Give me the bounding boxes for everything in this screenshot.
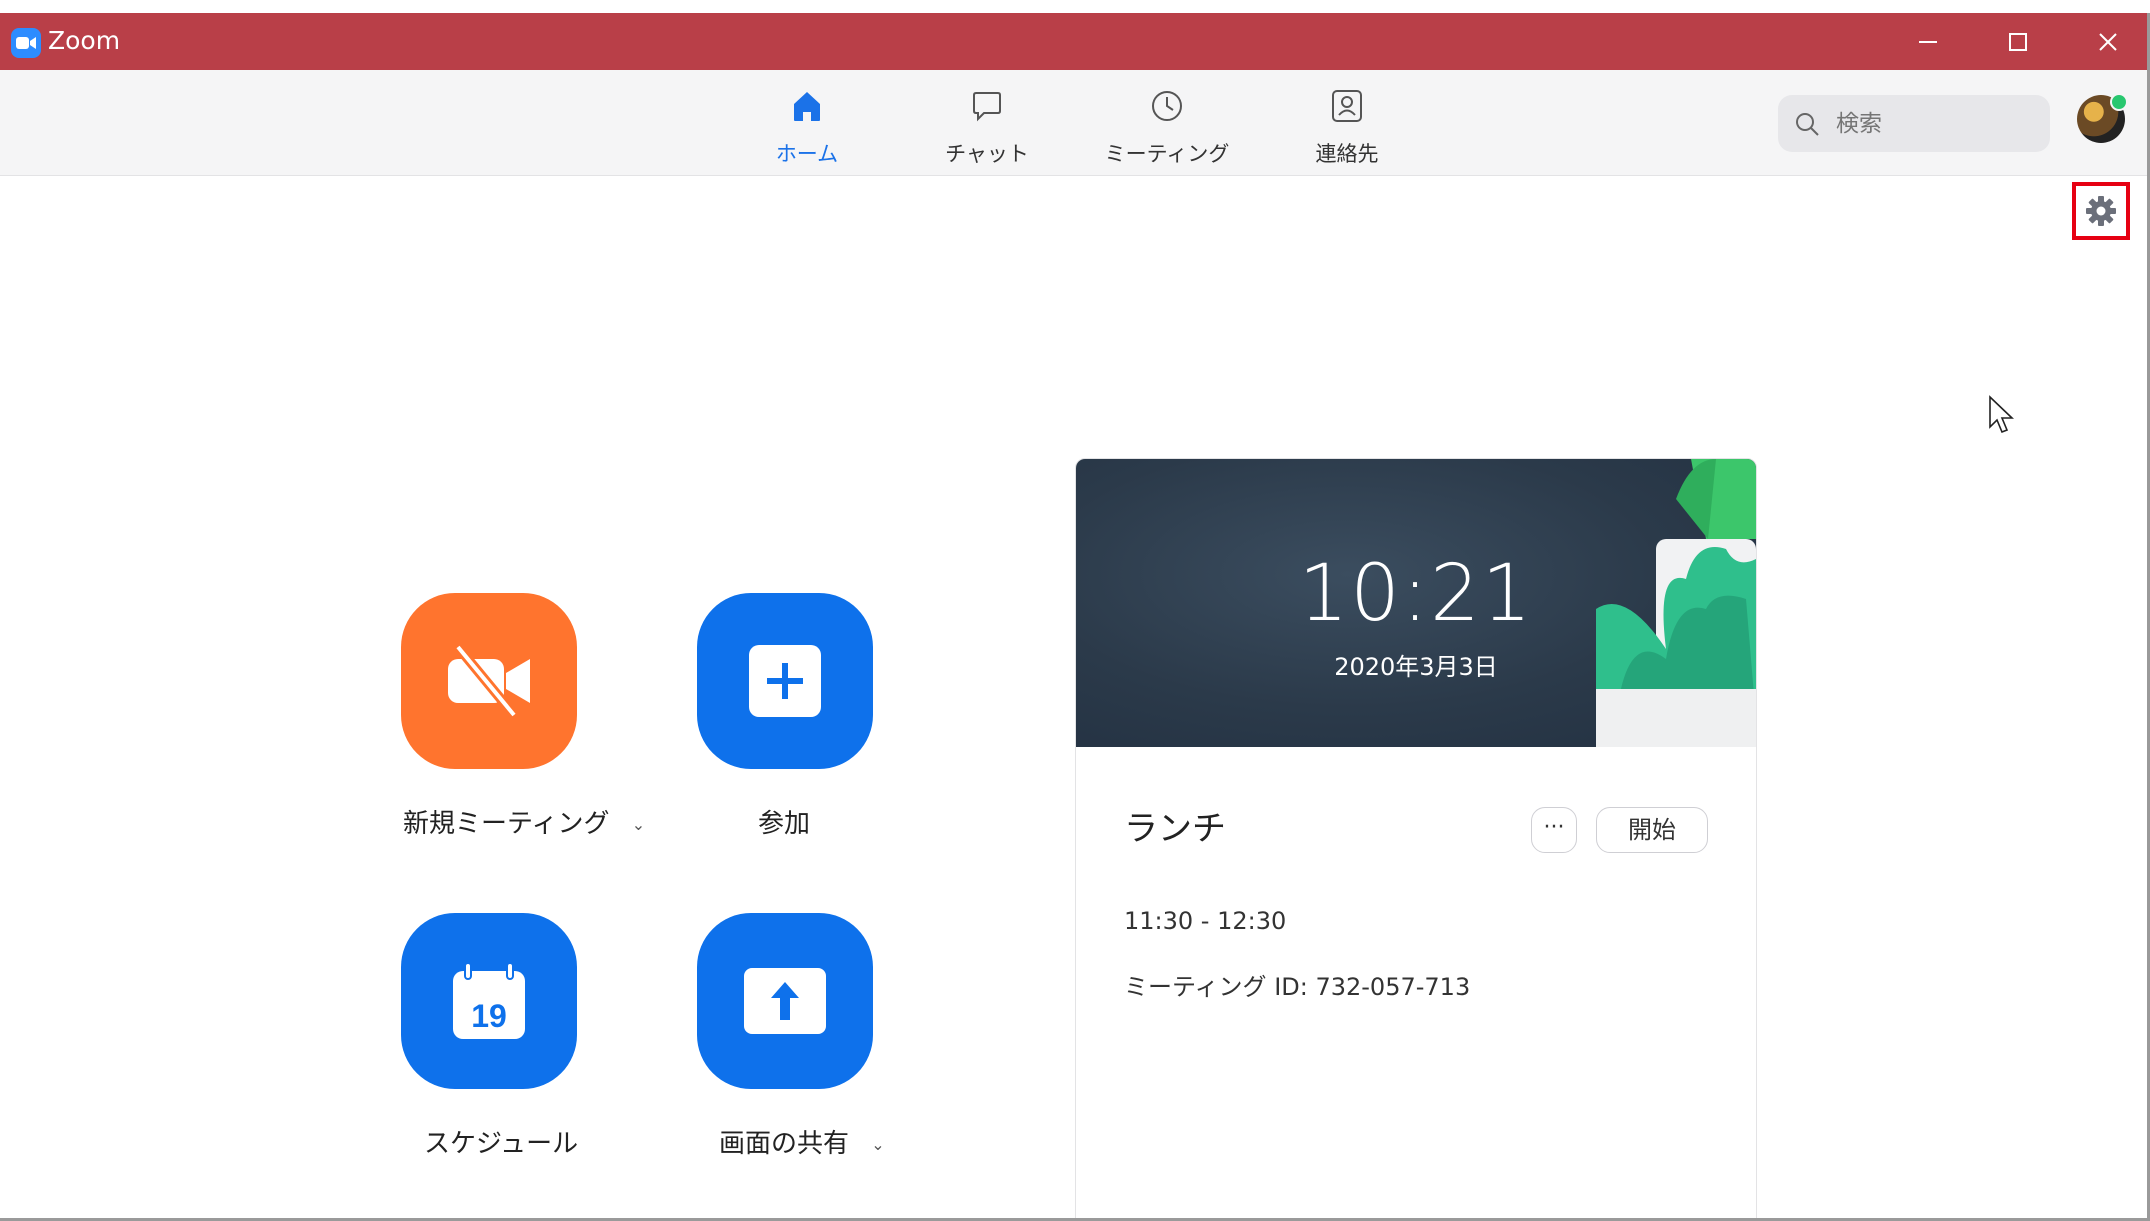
avatar[interactable] — [2077, 93, 2128, 143]
event-time-range: 11:30 - 12:30 — [1124, 907, 1287, 935]
share-screen-text: 画面の共有 — [719, 1129, 850, 1159]
tab-contacts[interactable]: 連絡先 — [1262, 70, 1432, 175]
title-bar: Zoom — [0, 13, 2147, 70]
more-options-button[interactable]: ··· — [1531, 807, 1577, 853]
gear-icon — [2086, 196, 2116, 226]
schedule-label[interactable]: スケジュール — [424, 1123, 578, 1160]
search-box[interactable] — [1778, 95, 2050, 152]
clock-hero: 10:21 2020年3月3日 — [1076, 459, 1756, 747]
share-screen-button[interactable] — [697, 913, 873, 1089]
current-date: 2020年3月3日 — [1334, 653, 1498, 681]
tab-contacts-label: 連絡先 — [1315, 142, 1379, 166]
clock-icon — [1152, 91, 1182, 121]
video-off-icon — [448, 643, 530, 719]
presence-indicator — [2110, 93, 2128, 111]
upload-arrow-icon — [744, 968, 826, 1034]
minimize-button[interactable] — [1883, 13, 1973, 70]
zoom-window: Zoom ホーム チャット ミーティング 連絡先 検索 新規ミーティング ⌄ 参… — [0, 13, 2150, 1221]
tab-chat[interactable]: チャット — [902, 70, 1072, 175]
settings-button[interactable] — [2072, 182, 2130, 240]
chevron-down-icon[interactable]: ⌄ — [632, 815, 645, 834]
calendar-icon: 19 — [453, 962, 525, 1039]
tab-chat-label: チャット — [945, 142, 1029, 166]
close-button[interactable] — [2063, 13, 2147, 70]
top-nav: ホーム チャット ミーティング 連絡先 — [0, 70, 2147, 176]
tab-meetings[interactable]: ミーティング — [1082, 70, 1252, 175]
app-title: Zoom — [48, 26, 121, 55]
plus-icon — [749, 645, 821, 717]
meeting-id: ミーティング ID: 732-057-713 — [1124, 973, 1471, 1001]
chevron-down-icon[interactable]: ⌄ — [871, 1135, 884, 1154]
schedule-button[interactable]: 19 — [401, 913, 577, 1089]
tab-home[interactable]: ホーム — [722, 70, 892, 175]
join-label[interactable]: 参加 — [758, 803, 810, 840]
contacts-icon — [1332, 90, 1362, 122]
home-icon — [794, 92, 820, 121]
search-icon — [1796, 113, 1819, 136]
join-button[interactable] — [697, 593, 873, 769]
upcoming-meeting-card: 10:21 2020年3月3日 ランチ ··· 開始 11:30 - 12:30… — [1075, 458, 1757, 1218]
event-title: ランチ — [1124, 809, 1226, 849]
current-time: 10:21 — [1298, 549, 1534, 639]
search-input[interactable] — [1834, 105, 2038, 143]
share-screen-label[interactable]: 画面の共有 ⌄ — [719, 1123, 885, 1160]
mouse-cursor-icon — [1989, 395, 2014, 434]
start-meeting-button[interactable]: 開始 — [1596, 807, 1708, 853]
new-meeting-button[interactable] — [401, 593, 577, 769]
maximize-button[interactable] — [1973, 13, 2063, 70]
calendar-day-text: 19 — [471, 998, 507, 1034]
tab-meetings-label: ミーティング — [1104, 142, 1230, 166]
zoom-logo-icon — [11, 28, 41, 58]
chat-icon — [973, 92, 1001, 122]
new-meeting-label[interactable]: 新規ミーティング ⌄ — [403, 803, 645, 840]
new-meeting-text: 新規ミーティング — [403, 809, 610, 839]
tab-home-label: ホーム — [775, 142, 839, 166]
